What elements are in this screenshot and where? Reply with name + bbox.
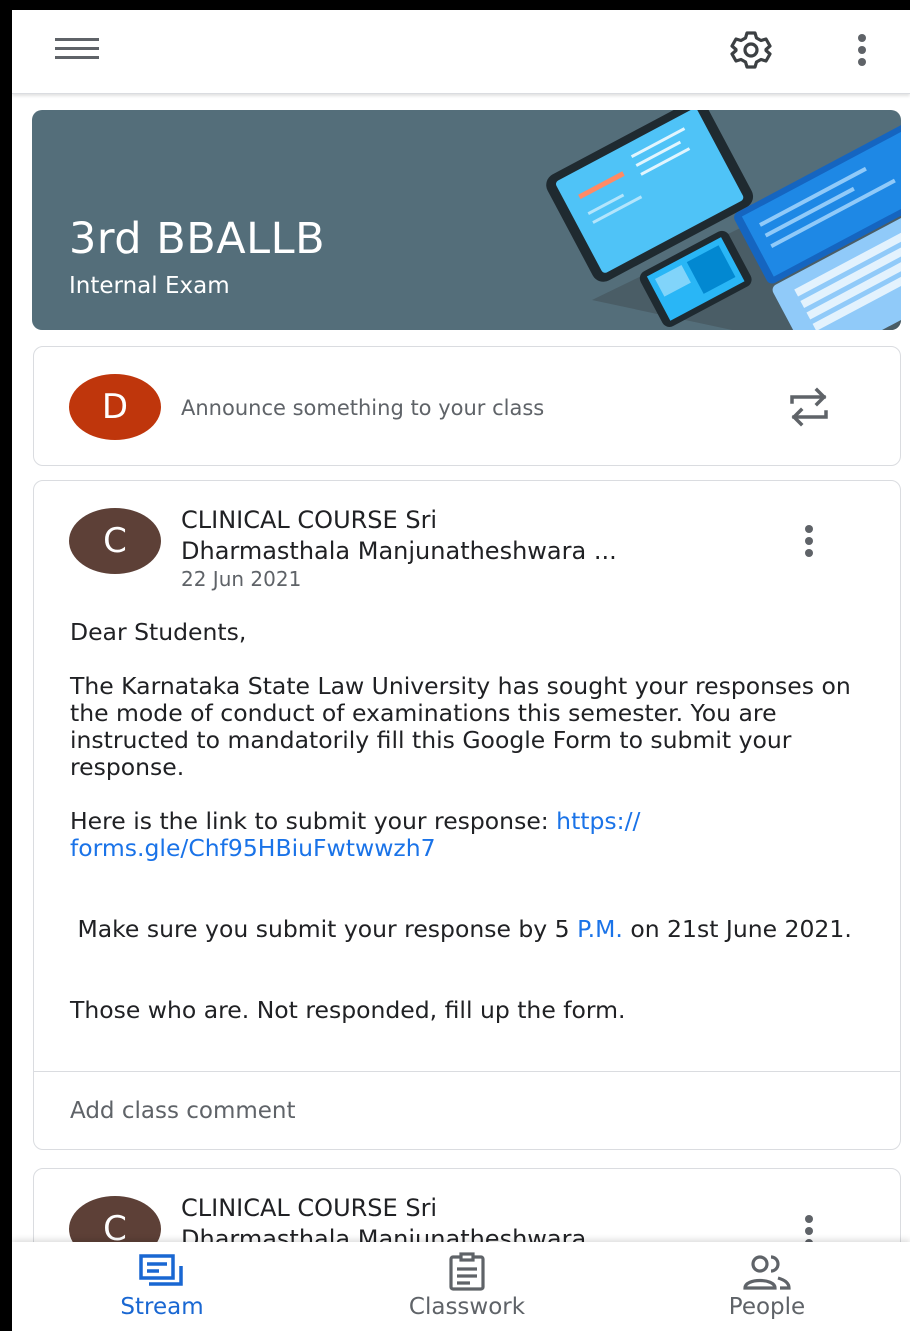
post-deadline: Make sure you submit your response by 5 … (70, 916, 870, 943)
app-frame: 3rd BBALLB Internal Exam D Announce some… (12, 10, 910, 1331)
stream-icon (139, 1254, 183, 1286)
class-banner[interactable]: 3rd BBALLB Internal Exam (32, 110, 901, 330)
nav-people-label: People (728, 1294, 806, 1320)
gear-icon[interactable] (724, 26, 778, 74)
class-section: Internal Exam (69, 273, 230, 299)
nav-stream[interactable]: Stream (92, 1242, 232, 1331)
nav-stream-label: Stream (120, 1294, 204, 1320)
add-class-comment[interactable]: Add class comment (34, 1071, 900, 1149)
classwork-icon (449, 1252, 485, 1291)
nav-people[interactable]: People (702, 1242, 832, 1331)
post-greeting: Dear Students, (70, 618, 247, 646)
post-date: 22 Jun 2021 (181, 567, 302, 591)
announce-card[interactable]: D Announce something to your class (33, 346, 901, 466)
avatar: C (69, 508, 161, 574)
people-icon (743, 1255, 791, 1290)
post-author: CLINICAL COURSE Sri Dharmasthala Manjuna… (181, 505, 741, 567)
top-app-bar (12, 10, 910, 94)
bottom-navigation: Stream Classwork People (12, 1242, 910, 1331)
post-paragraph: The Karnataka State Law University has s… (70, 672, 851, 781)
post-closing: Those who are. Not responded, fill up th… (70, 996, 626, 1024)
time-link[interactable]: P.M. (577, 915, 623, 943)
nav-classwork-label: Classwork (408, 1294, 526, 1320)
stream-post: C CLINICAL COURSE Sri Dharmasthala Manju… (33, 480, 901, 1150)
post-more-vert-icon[interactable] (794, 521, 824, 561)
post-author-line1: CLINICAL COURSE Sri (181, 506, 438, 534)
deadline-text-pre: Make sure you submit your response by 5 (70, 915, 578, 943)
hamburger-menu-icon[interactable] (50, 28, 104, 70)
class-title: 3rd BBALLB (69, 214, 326, 264)
post-link-paragraph: Here is the link to submit your response… (70, 808, 870, 862)
post-author-line2: Dharmasthala Manjunatheshwara ... (181, 537, 617, 565)
announce-placeholder[interactable]: Announce something to your class (181, 396, 544, 420)
deadline-text-post: on 21st June 2021. (622, 915, 852, 943)
repost-icon[interactable] (784, 385, 834, 429)
post-link-intro: Here is the link to submit your response… (70, 807, 557, 835)
post-body: Dear Students, The Karnataka State Law U… (70, 619, 870, 1024)
nav-classwork[interactable]: Classwork (377, 1242, 557, 1331)
more-vert-icon[interactable] (842, 26, 882, 74)
avatar: D (69, 374, 161, 440)
post-author-line1: CLINICAL COURSE Sri (181, 1194, 438, 1222)
add-class-comment-label: Add class comment (70, 1098, 296, 1124)
